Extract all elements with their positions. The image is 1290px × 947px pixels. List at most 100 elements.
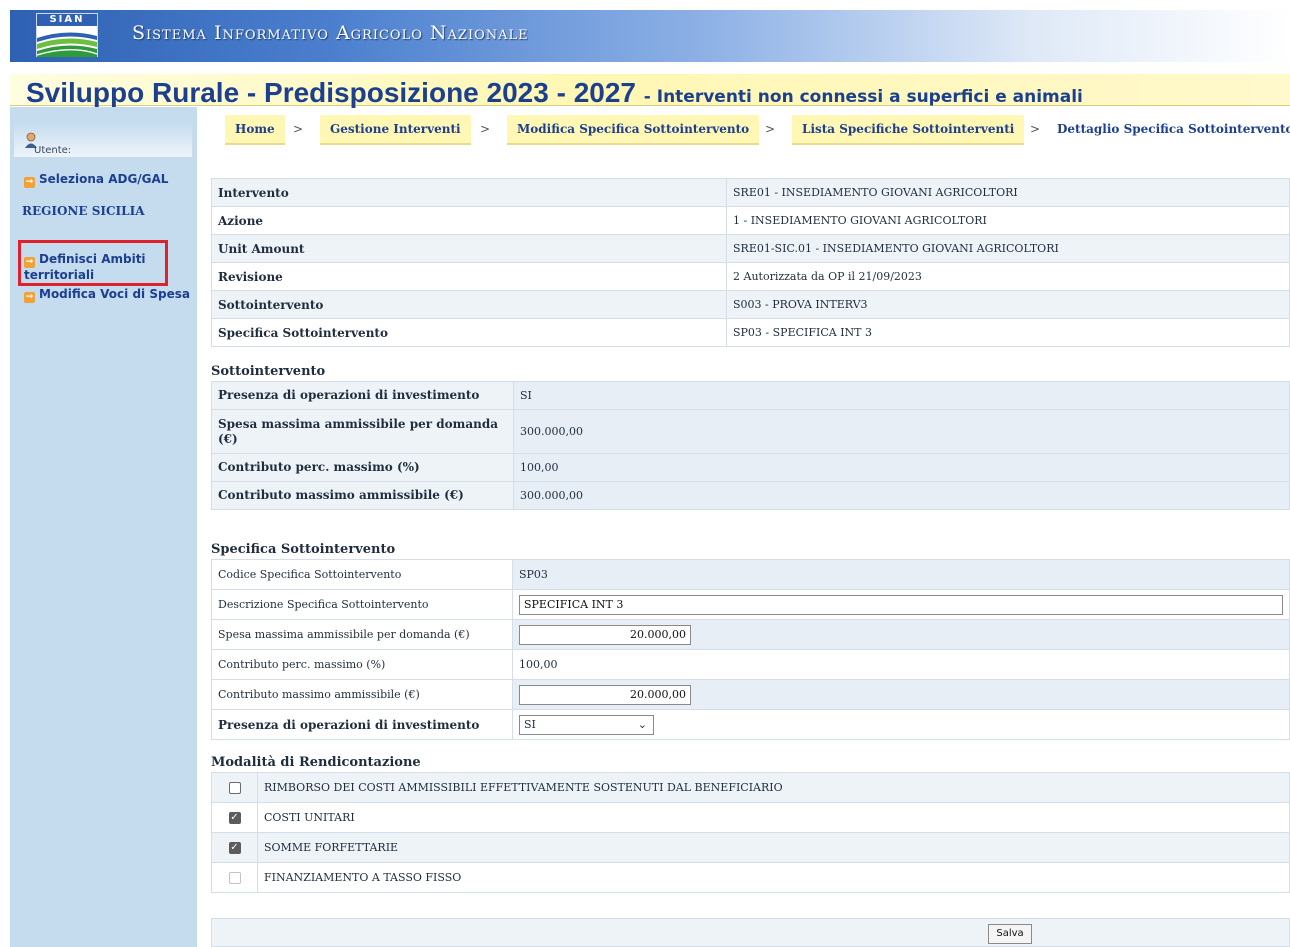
specifica-form-table: Codice Specifica Sottointervento SP03 De… — [211, 559, 1290, 740]
breadcrumb-separator: > — [480, 122, 491, 136]
breadcrumb-current: Dettaglio Specifica Sottointervento — [1057, 122, 1290, 136]
table-row: Intervento SRE01 - INSEDIAMENTO GIOVANI … — [211, 178, 1290, 207]
page-title-main: Sviluppo Rurale - Predisposizione 2023 -… — [26, 77, 636, 108]
select-adg-gal-link[interactable]: → Seleziona ADG/GAL — [24, 172, 168, 188]
table-row: Sottointervento S003 - PROVA INTERV3 — [211, 290, 1290, 319]
table-row: Presenza di operazioni di investimento S… — [211, 709, 1290, 740]
investimento-cell: SI ⌄ — [512, 709, 1290, 740]
highlight-annotation — [18, 240, 168, 286]
table-row: Contributo perc. massimo (%) 100,00 — [211, 453, 1290, 482]
checkbox-cell — [211, 772, 258, 803]
sottointervento-table: Presenza di operazioni di investimento S… — [211, 381, 1290, 510]
breadcrumb-modifica-specifica[interactable]: Modifica Specifica Sottointervento — [507, 115, 760, 145]
spesa-cell: 20.000,00 — [512, 619, 1290, 650]
specifica-heading: Specifica Sottointervento — [211, 542, 396, 557]
breadcrumb-gestione-interventi[interactable]: Gestione Interventi — [320, 115, 471, 145]
save-button[interactable]: Salva — [988, 924, 1032, 944]
info-label: Revisione — [211, 262, 727, 291]
table-row: Descrizione Specifica Sottointervento SP… — [211, 589, 1290, 620]
breadcrumb-separator: > — [1030, 122, 1041, 136]
breadcrumb-lista-specifiche[interactable]: Lista Specifiche Sottointerventi — [792, 115, 1025, 145]
table-row: FINANZIAMENTO A TASSO FISSO — [211, 862, 1290, 893]
descrizione-label: Descrizione Specifica Sottointervento — [211, 589, 513, 620]
table-row: Unit Amount SRE01-SIC.01 - INSEDIAMENTO … — [211, 234, 1290, 263]
sottointervento-heading: Sottointervento — [211, 364, 326, 379]
logo-text: SIAN — [37, 14, 97, 26]
sotto-label: Spesa massima ammissibile per domanda (€… — [211, 409, 514, 454]
modalita-table: RIMBORSO DEI COSTI AMMISSIBILI EFFETTIVA… — [211, 772, 1290, 893]
table-row: ✓ COSTI UNITARI — [211, 802, 1290, 833]
info-value: SRE01-SIC.01 - INSEDIAMENTO GIOVANI AGRI… — [726, 234, 1290, 263]
info-label: Specifica Sottointervento — [211, 318, 727, 347]
table-row: Contributo massimo ammissibile (€) 300.0… — [211, 481, 1290, 510]
info-label: Intervento — [211, 178, 727, 207]
region-label: REGIONE SICILIA — [22, 204, 145, 218]
arrow-right-icon: → — [24, 292, 35, 303]
sotto-label: Contributo massimo ammissibile (€) — [211, 481, 514, 510]
info-label: Unit Amount — [211, 234, 727, 263]
info-value: 1 - INSEDIAMENTO GIOVANI AGRICOLTORI — [726, 206, 1290, 235]
table-row: Spesa massima ammissibile per domanda (€… — [211, 619, 1290, 650]
info-value: S003 - PROVA INTERV3 — [726, 290, 1290, 319]
table-row: Revisione 2 Autorizzata da OP il 21/09/2… — [211, 262, 1290, 291]
system-title: Sistema Informativo Agricolo Nazionale — [132, 22, 529, 44]
contributo-max-label: Contributo massimo ammissibile (€) — [211, 679, 513, 710]
page-title-bar: Sviluppo Rurale - Predisposizione 2023 -… — [10, 74, 1290, 109]
somme-forfettarie-checkbox[interactable]: ✓ — [228, 842, 241, 854]
table-row: Azione 1 - INSEDIAMENTO GIOVANI AGRICOLT… — [211, 206, 1290, 235]
intervention-info-table: Intervento SRE01 - INSEDIAMENTO GIOVANI … — [211, 178, 1290, 347]
table-row: Contributo massimo ammissibile (€) 20.00… — [211, 679, 1290, 710]
breadcrumb-separator: > — [293, 122, 304, 136]
investimento-selected-value: SI — [524, 717, 536, 731]
chevron-down-icon: ⌄ — [637, 717, 647, 731]
breadcrumb-separator: > — [765, 122, 776, 136]
sian-logo: SIAN — [36, 13, 98, 57]
codice-value: SP03 — [512, 559, 1290, 590]
contributo-perc-value: 100,00 — [512, 649, 1290, 680]
header-banner: SIAN Sistema Informativo Agricolo Nazion… — [10, 10, 1290, 62]
page-title: Sviluppo Rurale - Predisposizione 2023 -… — [26, 77, 1083, 109]
fields-logo-icon — [37, 32, 97, 57]
user-label: Utente: — [34, 145, 72, 156]
sidebar: Utente: → Seleziona ADG/GAL REGIONE SICIL… — [10, 107, 197, 947]
sotto-value: SI — [513, 381, 1290, 410]
info-label: Sottointervento — [211, 290, 727, 319]
modalita-label: SOMME FORFETTARIE — [257, 832, 1290, 863]
sotto-value: 300.000,00 — [513, 481, 1290, 510]
investimento-label: Presenza di operazioni di investimento — [211, 709, 513, 740]
checkbox-cell — [211, 862, 258, 893]
sotto-label: Contributo perc. massimo (%) — [211, 453, 514, 482]
checkbox-cell: ✓ — [211, 802, 258, 833]
modalita-heading: Modalità di Rendicontazione — [211, 755, 421, 770]
edit-expense-items-link[interactable]: → Modifica Voci di Spesa — [24, 287, 190, 303]
investimento-select[interactable]: SI ⌄ — [519, 714, 654, 735]
arrow-right-icon: → — [24, 177, 35, 188]
spesa-input[interactable]: 20.000,00 — [519, 624, 691, 645]
table-row: ✓ SOMME FORFETTARIE — [211, 832, 1290, 863]
contributo-max-input[interactable]: 20.000,00 — [519, 684, 691, 705]
edit-expense-items-label: Modifica Voci di Spesa — [39, 287, 190, 301]
info-label: Azione — [211, 206, 727, 235]
spesa-label: Spesa massima ammissibile per domanda (€… — [211, 619, 513, 650]
modalita-label: COSTI UNITARI — [257, 802, 1290, 833]
action-bar: Salva — [211, 918, 1290, 947]
info-value: SP03 - SPECIFICA INT 3 — [726, 318, 1290, 347]
sotto-value: 100,00 — [513, 453, 1290, 482]
table-row: RIMBORSO DEI COSTI AMMISSIBILI EFFETTIVA… — [211, 772, 1290, 803]
checkbox-cell: ✓ — [211, 832, 258, 863]
costi-unitari-checkbox[interactable]: ✓ — [228, 812, 241, 824]
info-value: 2 Autorizzata da OP il 21/09/2023 — [726, 262, 1290, 291]
sotto-label: Presenza di operazioni di investimento — [211, 381, 514, 410]
select-adg-gal-label: Seleziona ADG/GAL — [39, 172, 169, 186]
table-row: Codice Specifica Sottointervento SP03 — [211, 559, 1290, 590]
rimborso-checkbox[interactable] — [228, 782, 241, 794]
modalita-label: FINANZIAMENTO A TASSO FISSO — [257, 862, 1290, 893]
codice-label: Codice Specifica Sottointervento — [211, 559, 513, 590]
breadcrumb-home[interactable]: Home — [225, 115, 285, 145]
user-box: Utente: — [14, 123, 192, 157]
table-row: Spesa massima ammissibile per domanda (€… — [211, 409, 1290, 454]
modalita-label: RIMBORSO DEI COSTI AMMISSIBILI EFFETTIVA… — [257, 772, 1290, 803]
descrizione-input[interactable]: SPECIFICA INT 3 — [519, 594, 1283, 615]
sotto-value: 300.000,00 — [513, 409, 1290, 454]
tasso-fisso-checkbox — [228, 872, 241, 884]
